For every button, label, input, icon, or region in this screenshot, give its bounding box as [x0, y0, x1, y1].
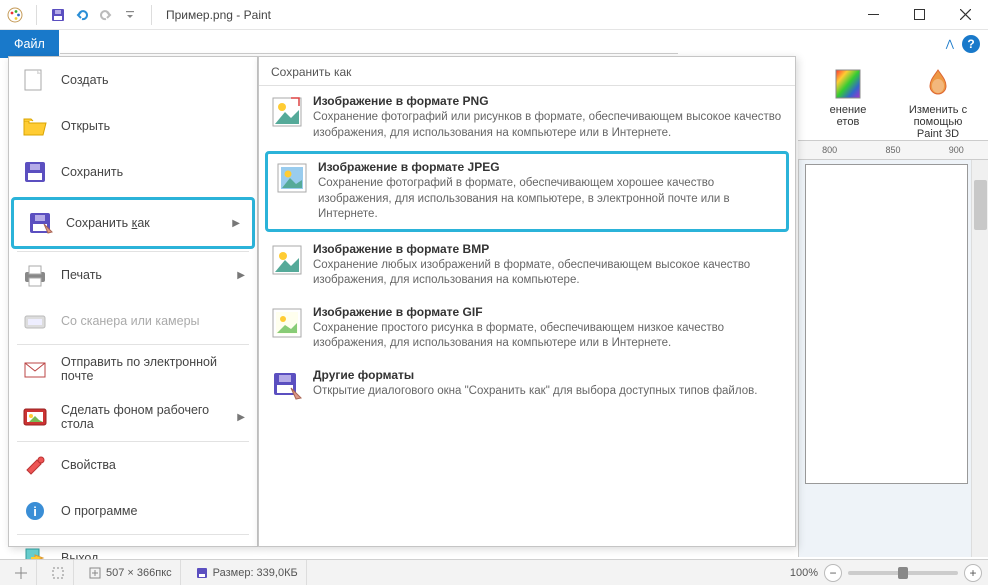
menu-label: Открыть	[61, 119, 110, 133]
help-icon[interactable]: ?	[962, 35, 980, 53]
dimensions-icon	[88, 566, 102, 580]
redo-icon[interactable]	[97, 6, 115, 24]
minimize-button[interactable]	[850, 0, 896, 30]
selection-size	[43, 560, 74, 585]
save-as-jpeg[interactable]: Изображение в формате JPEG Сохранение фо…	[265, 151, 789, 232]
item-title: Изображение в формате PNG	[313, 94, 783, 108]
window-title: Пример.png - Paint	[166, 8, 271, 22]
save-as-submenu: Сохранить как Изображение в формате PNG …	[258, 56, 796, 547]
menu-save[interactable]: Сохранить	[9, 149, 257, 195]
gif-icon	[271, 307, 303, 339]
item-title: Изображение в формате GIF	[313, 305, 783, 319]
paint-app-icon[interactable]	[6, 6, 24, 24]
menu-about[interactable]: i О программе	[9, 488, 257, 534]
qat-dropdown-icon[interactable]	[121, 6, 139, 24]
item-desc: Сохранение фотографий или рисунков в фор…	[313, 110, 783, 141]
svg-text:i: i	[33, 504, 37, 519]
disk-icon	[195, 566, 209, 580]
selection-icon	[51, 566, 65, 580]
zoom-level: 100%	[790, 567, 818, 579]
item-title: Изображение в формате JPEG	[318, 160, 778, 174]
menu-label: Создать	[61, 73, 109, 87]
image-dimensions: 507 × 366пкс	[80, 560, 181, 585]
menu-label: Со сканера или камеры	[61, 314, 200, 328]
bmp-icon	[271, 244, 303, 276]
canvas[interactable]	[805, 164, 968, 484]
jpeg-icon	[276, 162, 308, 194]
menu-properties[interactable]: Свойства	[9, 442, 257, 488]
menu-create[interactable]: Создать	[9, 57, 257, 103]
file-tab[interactable]: Файл	[0, 30, 59, 58]
menu-open[interactable]: Открыть	[9, 103, 257, 149]
item-desc: Открытие диалогового окна "Сохранить как…	[313, 384, 783, 400]
save-as-png[interactable]: Изображение в формате PNG Сохранение фот…	[259, 86, 795, 149]
png-icon	[271, 96, 303, 128]
menu-label: Печать	[61, 268, 102, 282]
window-controls	[850, 0, 988, 30]
undo-icon[interactable]	[73, 6, 91, 24]
menu-save-as[interactable]: Сохранить как ▶	[11, 197, 255, 249]
item-title: Другие форматы	[313, 368, 783, 382]
file-size: Размер: 339,0КБ	[187, 560, 307, 585]
menu-label: О программе	[61, 504, 137, 518]
item-desc: Сохранение простого рисунка в формате, о…	[313, 321, 783, 352]
item-desc: Сохранение фотографий в формате, обеспеч…	[318, 176, 778, 223]
menu-label: Отправить по электронной почте	[61, 355, 245, 383]
menu-label: Сохранить как	[66, 216, 150, 230]
other-formats-icon	[271, 370, 303, 402]
vertical-scrollbar[interactable]	[971, 160, 988, 557]
statusbar: 507 × 366пкс Размер: 339,0КБ 100% − +	[0, 559, 988, 585]
save-icon[interactable]	[49, 6, 67, 24]
item-title: Изображение в формате BMP	[313, 242, 783, 256]
menu-label: Свойства	[61, 458, 116, 472]
submenu-header: Сохранить как	[259, 57, 795, 86]
save-as-gif[interactable]: Изображение в формате GIF Сохранение про…	[259, 297, 795, 360]
submenu-arrow-icon: ▶	[232, 218, 240, 229]
canvas-area	[798, 160, 988, 557]
ribbon-tabs: Файл ⋀ ?	[0, 30, 988, 58]
menu-label: Сохранить	[61, 165, 123, 179]
zoom-out-button[interactable]: −	[824, 564, 842, 582]
horizontal-ruler: 800850900	[798, 140, 988, 160]
file-menu: Создать Открыть Сохранить Сохранить как …	[8, 56, 258, 547]
item-desc: Сохранение любых изображений в формате, …	[313, 258, 783, 289]
save-as-bmp[interactable]: Изображение в формате BMP Сохранение люб…	[259, 234, 795, 297]
zoom-in-button[interactable]: +	[964, 564, 982, 582]
menu-label: Сделать фоном рабочего стола	[61, 403, 225, 431]
ribbon-fragment: енениеетов Изменить спомощью Paint 3D	[806, 58, 980, 148]
submenu-arrow-icon: ▶	[237, 270, 245, 281]
zoom-slider[interactable]	[848, 571, 958, 575]
paint3d-button[interactable]: Изменить спомощью Paint 3D	[902, 66, 974, 140]
titlebar: Пример.png - Paint	[0, 0, 988, 30]
close-button[interactable]	[942, 0, 988, 30]
quick-access-toolbar	[0, 5, 158, 25]
submenu-arrow-icon: ▶	[237, 412, 245, 423]
ribbon-collapse-icon[interactable]: ⋀	[946, 39, 954, 50]
menu-print[interactable]: Печать ▶	[9, 252, 257, 298]
menu-email[interactable]: Отправить по электронной почте	[9, 345, 257, 393]
menu-from-scanner: Со сканера или камеры	[9, 298, 257, 344]
save-as-other[interactable]: Другие форматы Открытие диалогового окна…	[259, 360, 795, 410]
edit-colors-button[interactable]: енениеетов	[812, 66, 884, 140]
menu-set-wallpaper[interactable]: Сделать фоном рабочего стола ▶	[9, 393, 257, 441]
maximize-button[interactable]	[896, 0, 942, 30]
cursor-position	[6, 560, 37, 585]
crosshair-icon	[14, 566, 28, 580]
